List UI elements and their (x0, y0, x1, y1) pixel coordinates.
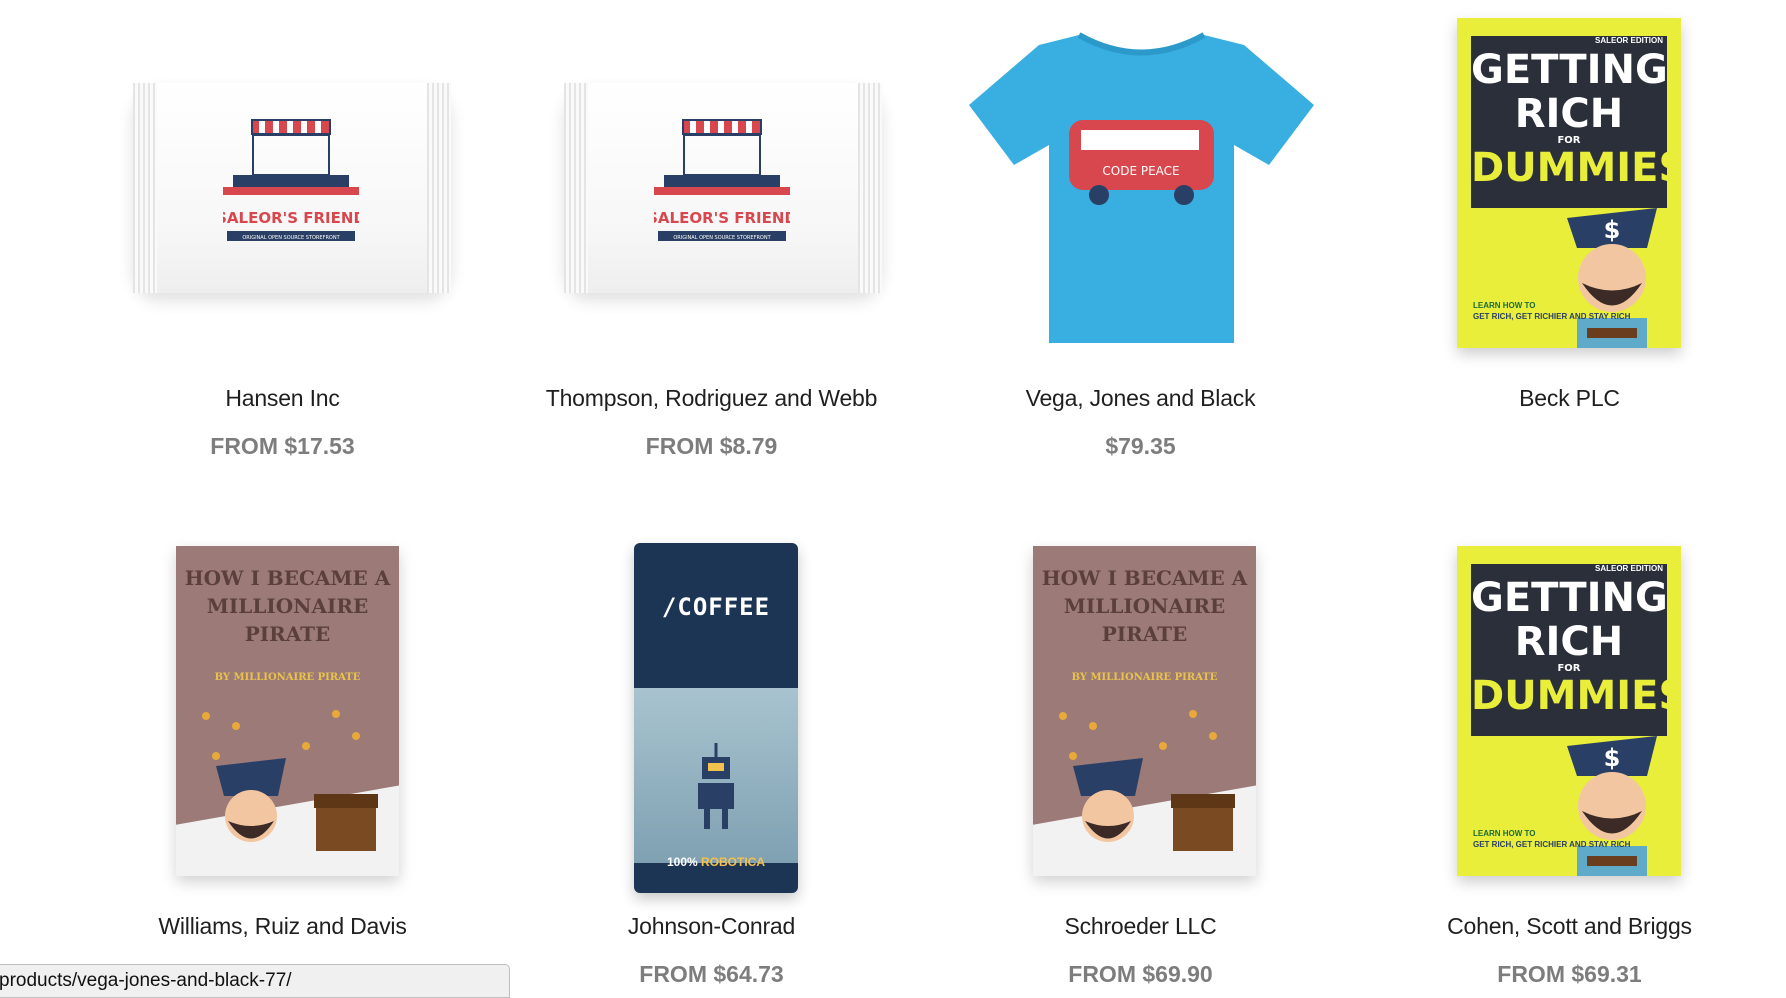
candy-pouch-image: SALEOR'S FRIEND ORIGINAL OPEN SOURCE STO… (133, 83, 451, 293)
product-image[interactable]: SALEOR EDITION GETTING RICH FOR DUMMIES … (1355, 0, 1784, 350)
product-card[interactable]: HOW I BECAME A MILLIONAIRE PIRATE BY MIL… (926, 528, 1355, 987)
product-price: FROM $64.73 (639, 961, 784, 987)
product-price: $79.35 (1105, 433, 1176, 459)
svg-text:SALEOR'S FRIEND: SALEOR'S FRIEND (223, 209, 359, 227)
product-price: FROM $69.90 (1068, 961, 1213, 987)
svg-text:$: $ (1604, 744, 1621, 772)
product-name[interactable]: Beck PLC (1355, 385, 1784, 412)
product-image[interactable]: HOW I BECAME A MILLIONAIRE PIRATE BY MIL… (926, 528, 1355, 878)
product-name[interactable]: Williams, Ruiz and Davis (68, 913, 497, 940)
product-card[interactable]: SALEOR'S FRIEND ORIGINAL OPEN SOURCE STO… (497, 0, 926, 459)
status-bar-url: products/vega-jones-and-black-77/ (0, 964, 510, 998)
product-card[interactable]: SALEOR EDITION GETTING RICH FOR DUMMIES … (1355, 0, 1784, 411)
millionaire-pirate-book-image: HOW I BECAME A MILLIONAIRE PIRATE BY MIL… (176, 546, 399, 876)
product-image[interactable]: HOW I BECAME A MILLIONAIRE PIRATE BY MIL… (68, 528, 497, 878)
product-card[interactable]: SALEOR EDITION GETTING RICH FOR DUMMIES … (1355, 528, 1784, 987)
product-name[interactable]: Thompson, Rodriguez and Webb (497, 385, 926, 412)
product-name[interactable]: Hansen Inc (68, 385, 497, 412)
product-name[interactable]: Schroeder LLC (926, 913, 1355, 940)
getting-rich-book-image: SALEOR EDITION GETTING RICH FOR DUMMIES … (1457, 546, 1681, 876)
product-image[interactable]: SALEOR'S FRIEND ORIGINAL OPEN SOURCE STO… (68, 0, 497, 350)
product-price: FROM $17.53 (210, 433, 355, 459)
product-card[interactable]: CODE PEACE Vega, Jones and Black $79.35 (926, 0, 1355, 459)
product-image[interactable]: SALEOR EDITION GETTING RICH FOR DUMMIES … (1355, 528, 1784, 878)
getting-rich-book-image: SALEOR EDITION GETTING RICH FOR DUMMIES … (1457, 18, 1681, 348)
robot-icon (698, 743, 734, 829)
svg-text:SALEOR'S FRIEND: SALEOR'S FRIEND (654, 209, 790, 227)
tshirt-image: CODE PEACE (969, 32, 1314, 343)
product-name[interactable]: Cohen, Scott and Briggs (1355, 913, 1784, 940)
coffee-bag-image: /COFFEE 100% ROBOTICA (634, 543, 798, 893)
candy-pouch-image: SALEOR'S FRIEND ORIGINAL OPEN SOURCE STO… (564, 83, 882, 293)
pirate-treasure-icon (1059, 710, 1235, 851)
product-image[interactable]: /COFFEE 100% ROBOTICA (497, 528, 926, 893)
pirate-icon: $ (1567, 736, 1657, 876)
svg-text:$: $ (1604, 216, 1621, 244)
product-image[interactable]: CODE PEACE (926, 0, 1355, 350)
product-card[interactable]: HOW I BECAME A MILLIONAIRE PIRATE BY MIL… (68, 528, 497, 939)
pirate-icon: $ (1567, 208, 1657, 348)
product-card[interactable]: /COFFEE 100% ROBOTICA Johnson-Conrad FRO… (497, 528, 926, 987)
svg-text:ORIGINAL OPEN SOURCE STOREFRON: ORIGINAL OPEN SOURCE STOREFRONT (242, 235, 340, 241)
product-card[interactable]: SALEOR'S FRIEND ORIGINAL OPEN SOURCE STO… (68, 0, 497, 459)
product-grid: SALEOR'S FRIEND ORIGINAL OPEN SOURCE STO… (0, 0, 1786, 998)
product-name[interactable]: Vega, Jones and Black (926, 385, 1355, 412)
saleors-friend-logo: SALEOR'S FRIEND ORIGINAL OPEN SOURCE STO… (223, 119, 359, 241)
product-name[interactable]: Johnson-Conrad (497, 913, 926, 940)
svg-text:ORIGINAL OPEN SOURCE STOREFRON: ORIGINAL OPEN SOURCE STOREFRONT (673, 235, 771, 241)
product-image[interactable]: SALEOR'S FRIEND ORIGINAL OPEN SOURCE STO… (497, 0, 926, 350)
pirate-treasure-icon (202, 710, 378, 851)
millionaire-pirate-book-image: HOW I BECAME A MILLIONAIRE PIRATE BY MIL… (1033, 546, 1256, 876)
product-price: FROM $69.31 (1497, 961, 1642, 987)
saleors-friend-logo: SALEOR'S FRIEND ORIGINAL OPEN SOURCE STO… (654, 119, 790, 241)
product-price: FROM $8.79 (645, 433, 778, 459)
svg-text:CODE PEACE: CODE PEACE (1102, 164, 1179, 178)
